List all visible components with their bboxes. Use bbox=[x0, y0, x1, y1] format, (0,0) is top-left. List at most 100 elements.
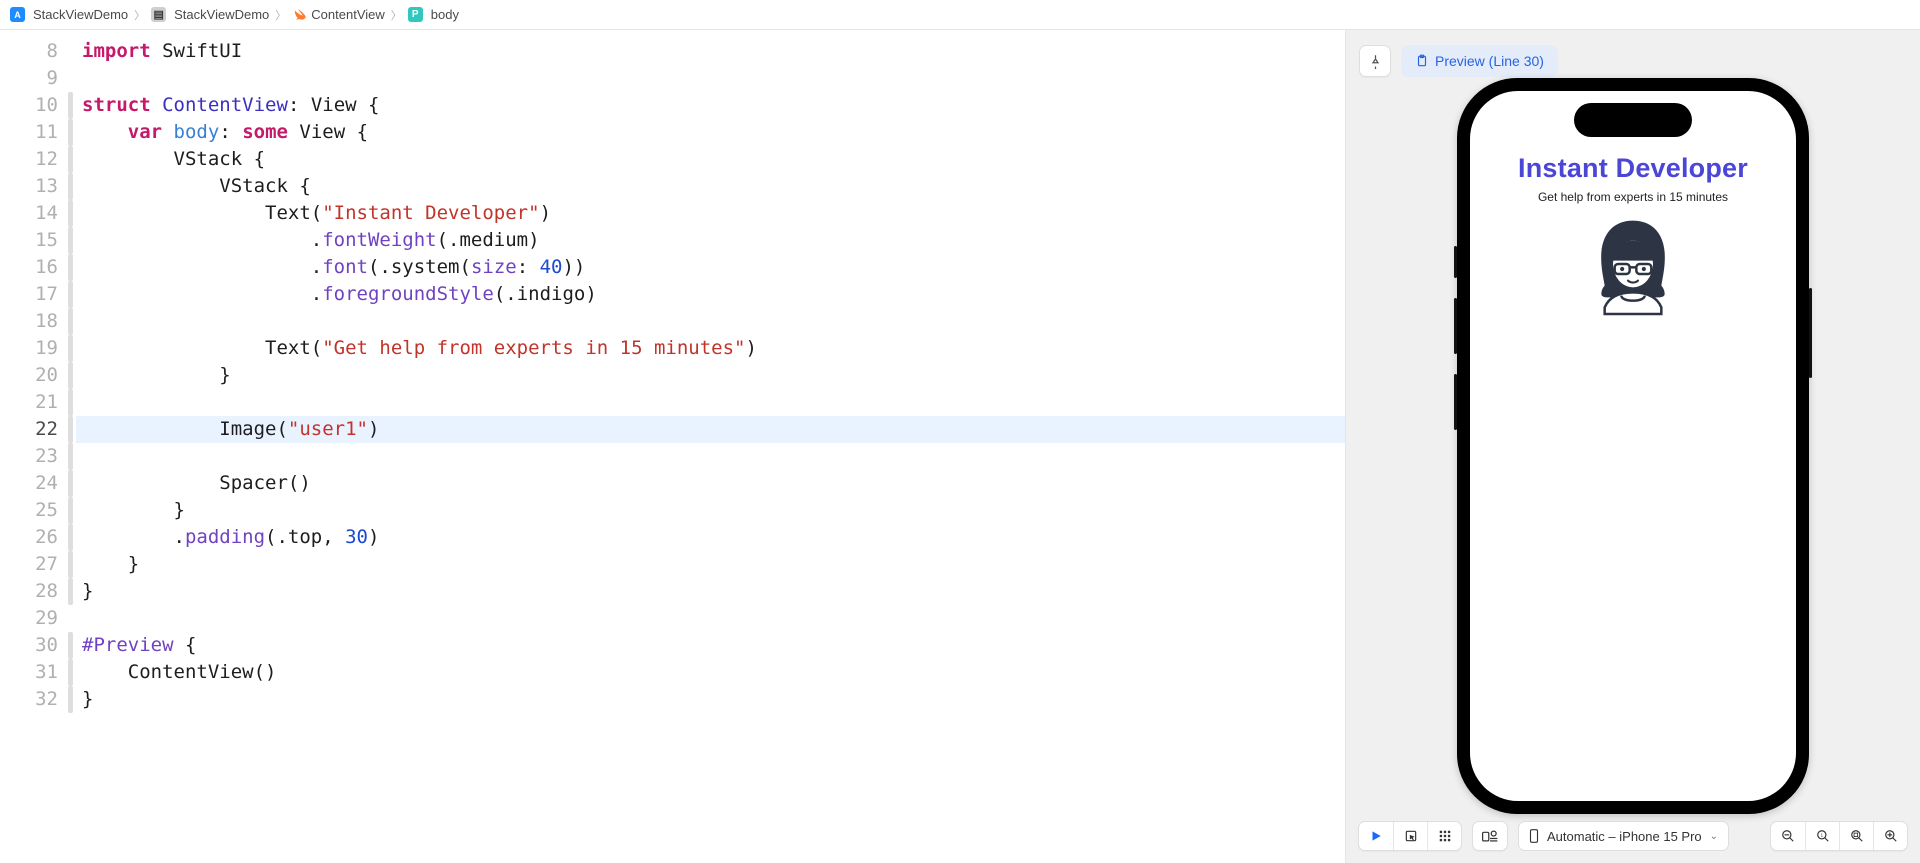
preview-chip-label: Preview (Line 30) bbox=[1435, 53, 1544, 69]
zoom-fit-button[interactable] bbox=[1839, 822, 1873, 850]
line-number: 28 bbox=[0, 578, 58, 605]
code-line[interactable]: Spacer() bbox=[76, 470, 1345, 497]
code-line[interactable] bbox=[76, 308, 1345, 335]
pin-icon bbox=[1368, 54, 1383, 69]
code-line[interactable]: .fontWeight(.medium) bbox=[76, 227, 1345, 254]
breadcrumb-project-label: StackViewDemo bbox=[33, 7, 128, 22]
preview-canvas: Preview (Line 30) Instant Developer Get … bbox=[1346, 30, 1920, 863]
code-line[interactable]: } bbox=[76, 551, 1345, 578]
device-picker-label: Automatic – iPhone 15 Pro bbox=[1547, 829, 1702, 844]
breadcrumb-folder[interactable]: ▤ StackViewDemo bbox=[151, 7, 269, 22]
code-line[interactable]: } bbox=[76, 362, 1345, 389]
breadcrumb: A StackViewDemo 〉 ▤ StackViewDemo 〉 Cont… bbox=[0, 0, 1920, 30]
breadcrumb-folder-label: StackViewDemo bbox=[174, 7, 269, 22]
line-number: 23 bbox=[0, 443, 58, 470]
code-line[interactable]: VStack { bbox=[76, 146, 1345, 173]
play-icon bbox=[1369, 829, 1383, 843]
device-settings-group bbox=[1472, 821, 1508, 851]
change-bar-gutter bbox=[66, 30, 76, 863]
device-settings-icon bbox=[1482, 829, 1498, 843]
breadcrumb-project[interactable]: A StackViewDemo bbox=[10, 7, 128, 22]
line-number: 22 bbox=[0, 416, 58, 443]
app-subtitle: Get help from experts in 15 minutes bbox=[1470, 190, 1796, 204]
code-line[interactable]: struct ContentView: View { bbox=[76, 92, 1345, 119]
code-line[interactable]: } bbox=[76, 578, 1345, 605]
cursor-rect-icon bbox=[1404, 829, 1418, 843]
line-number: 14 bbox=[0, 200, 58, 227]
breadcrumb-symbol[interactable]: P body bbox=[408, 7, 459, 22]
property-icon: P bbox=[408, 7, 423, 22]
line-number: 10 bbox=[0, 92, 58, 119]
device-settings-button[interactable] bbox=[1473, 822, 1507, 850]
phone-icon bbox=[1529, 829, 1539, 843]
svg-text:1: 1 bbox=[1820, 833, 1823, 838]
preview-chip[interactable]: Preview (Line 30) bbox=[1401, 45, 1558, 77]
code-line[interactable] bbox=[76, 65, 1345, 92]
zoom-in-button[interactable] bbox=[1873, 822, 1907, 850]
line-number: 16 bbox=[0, 254, 58, 281]
user-avatar-image bbox=[1583, 214, 1683, 331]
line-number: 17 bbox=[0, 281, 58, 308]
line-number: 19 bbox=[0, 335, 58, 362]
live-button[interactable] bbox=[1359, 822, 1393, 850]
line-number: 32 bbox=[0, 686, 58, 713]
code-line[interactable]: VStack { bbox=[76, 173, 1345, 200]
code-line[interactable]: .padding(.top, 30) bbox=[76, 524, 1345, 551]
line-number: 24 bbox=[0, 470, 58, 497]
device-picker[interactable]: Automatic – iPhone 15 Pro ⌄ bbox=[1518, 821, 1729, 851]
device-frame: Instant Developer Get help from experts … bbox=[1457, 78, 1809, 814]
line-number: 18 bbox=[0, 308, 58, 335]
line-number: 15 bbox=[0, 227, 58, 254]
code-line[interactable]: Text("Instant Developer") bbox=[76, 200, 1345, 227]
zoom-out-button[interactable] bbox=[1771, 822, 1805, 850]
code-line[interactable]: .foregroundStyle(.indigo) bbox=[76, 281, 1345, 308]
grid-icon bbox=[1438, 829, 1452, 843]
zoom-in-icon bbox=[1884, 829, 1898, 843]
app-title: Instant Developer bbox=[1470, 153, 1796, 184]
line-number: 20 bbox=[0, 362, 58, 389]
code-line[interactable] bbox=[76, 605, 1345, 632]
code-line[interactable]: } bbox=[76, 497, 1345, 524]
device-screen[interactable]: Instant Developer Get help from experts … bbox=[1470, 91, 1796, 801]
line-number: 31 bbox=[0, 659, 58, 686]
preview-mode-group bbox=[1358, 821, 1462, 851]
zoom-actual-button[interactable]: 1 bbox=[1805, 822, 1839, 850]
line-number: 8 bbox=[0, 38, 58, 65]
line-number: 27 bbox=[0, 551, 58, 578]
zoom-fit-icon bbox=[1850, 829, 1864, 843]
zoom-out-icon bbox=[1781, 829, 1795, 843]
code-line[interactable] bbox=[76, 443, 1345, 470]
line-number: 13 bbox=[0, 173, 58, 200]
selectable-button[interactable] bbox=[1393, 822, 1427, 850]
code-line[interactable]: ContentView() bbox=[76, 659, 1345, 686]
pin-button[interactable] bbox=[1359, 45, 1391, 77]
code-line[interactable]: Image("user1") bbox=[76, 416, 1345, 443]
chevron-right-icon: 〉 bbox=[132, 7, 147, 23]
code-line[interactable]: var body: some View { bbox=[76, 119, 1345, 146]
chevron-down-icon: ⌄ bbox=[1710, 831, 1718, 842]
code-line[interactable]: Text("Get help from experts in 15 minute… bbox=[76, 335, 1345, 362]
line-gutter: 8910111213141516171819202122232425262728… bbox=[0, 30, 66, 863]
app-icon: A bbox=[10, 7, 25, 22]
code-body[interactable]: import SwiftUI struct ContentView: View … bbox=[76, 30, 1345, 863]
chevron-right-icon: 〉 bbox=[273, 7, 288, 23]
breadcrumb-file[interactable]: ContentView bbox=[292, 7, 384, 22]
zoom-group: 1 bbox=[1770, 821, 1908, 851]
line-number: 26 bbox=[0, 524, 58, 551]
line-number: 21 bbox=[0, 389, 58, 416]
chevron-right-icon: 〉 bbox=[389, 7, 404, 23]
line-number: 30 bbox=[0, 632, 58, 659]
folder-icon: ▤ bbox=[151, 7, 166, 22]
code-line[interactable]: .font(.system(size: 40)) bbox=[76, 254, 1345, 281]
code-line[interactable] bbox=[76, 389, 1345, 416]
code-line[interactable]: import SwiftUI bbox=[76, 38, 1345, 65]
line-number: 25 bbox=[0, 497, 58, 524]
code-line[interactable]: } bbox=[76, 686, 1345, 713]
line-number: 12 bbox=[0, 146, 58, 173]
clipboard-icon bbox=[1415, 54, 1429, 68]
variants-button[interactable] bbox=[1427, 822, 1461, 850]
code-line[interactable]: #Preview { bbox=[76, 632, 1345, 659]
code-editor[interactable]: 8910111213141516171819202122232425262728… bbox=[0, 30, 1346, 863]
breadcrumb-symbol-label: body bbox=[431, 7, 459, 22]
swift-icon bbox=[292, 7, 307, 22]
